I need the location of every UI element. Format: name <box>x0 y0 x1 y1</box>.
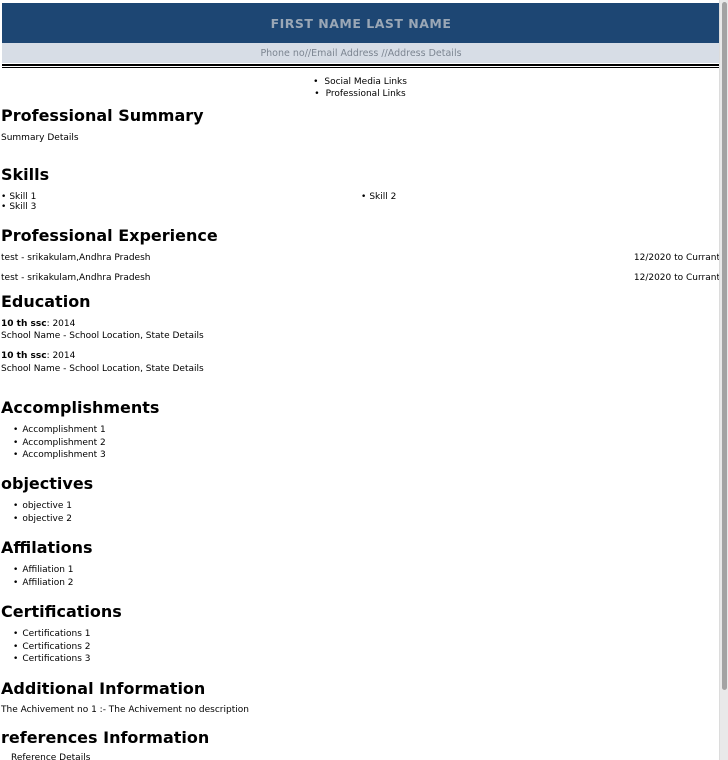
references-heading: references Information <box>1 728 210 747</box>
accomplishments-list: Accomplishment 1 Accomplishment 2 Accomp… <box>13 424 105 462</box>
education-school: School Name - School Location, State Det… <box>1 331 204 341</box>
list-item: Accomplishment 2 <box>13 437 105 450</box>
list-item: objective 1 <box>13 500 72 513</box>
header-divider <box>2 64 720 66</box>
education-heading: Education <box>1 292 91 311</box>
list-item: Accomplishment 3 <box>13 449 105 462</box>
list-item: Certifications 2 <box>13 641 90 654</box>
additional-text: The Achivement no 1 :- The Achivement no… <box>1 705 249 715</box>
social-media-link[interactable]: Social Media Links <box>0 76 720 88</box>
affiliations-list: Affiliation 1 Affiliation 2 <box>13 564 73 590</box>
skill-item: Skill 2 <box>361 191 396 203</box>
list-item: Affiliation 1 <box>13 564 73 577</box>
summary-text: Summary Details <box>1 133 79 143</box>
references-text: Reference Details <box>11 753 91 760</box>
education-entry: 10 th ssc: 2014 <box>1 318 75 330</box>
contact-band: Phone no//Email Address //Address Detail… <box>2 43 720 63</box>
list-item: Accomplishment 1 <box>13 424 105 437</box>
contact-details: Phone no//Email Address //Address Detail… <box>260 47 462 59</box>
education-degree: 10 th ssc <box>1 319 47 329</box>
scrollbar-thumb[interactable] <box>722 2 727 690</box>
additional-heading: Additional Information <box>1 679 206 698</box>
skill-item: Skill 3 <box>1 201 36 213</box>
vertical-scrollbar[interactable] <box>719 0 728 760</box>
education-year: : 2014 <box>46 319 76 329</box>
objectives-list: objective 1 objective 2 <box>13 500 72 525</box>
experience-dates: 12/2020 to Currant <box>633 253 720 263</box>
list-item: objective 2 <box>13 513 72 526</box>
certifications-list: Certifications 1 Certifications 2 Certif… <box>13 628 90 666</box>
list-item: Affiliation 2 <box>13 577 73 590</box>
skills-heading: Skills <box>1 165 50 184</box>
header-divider-thin <box>2 67 720 68</box>
header-band: FIRST NAME LAST NAME <box>2 3 720 43</box>
summary-heading: Professional Summary <box>1 106 204 125</box>
professional-link[interactable]: Professional Links <box>0 88 720 100</box>
resume-page: FIRST NAME LAST NAME Phone no//Email Add… <box>0 0 720 760</box>
experience-role: test - srikakulam,Andhra Pradesh <box>1 253 151 263</box>
objectives-heading: objectives <box>1 474 94 493</box>
list-item: Certifications 3 <box>13 653 90 666</box>
experience-heading: Professional Experience <box>1 226 218 245</box>
accomplishments-heading: Accomplishments <box>1 398 160 417</box>
affiliations-heading: Affilations <box>1 538 93 557</box>
full-name: FIRST NAME LAST NAME <box>270 15 452 31</box>
education-degree: 10 th ssc <box>1 351 47 361</box>
education-entry: 10 th ssc: 2014 <box>1 350 75 362</box>
list-item: Certifications 1 <box>13 628 90 641</box>
experience-dates: 12/2020 to Currant <box>633 273 720 283</box>
experience-role: test - srikakulam,Andhra Pradesh <box>1 273 151 283</box>
education-school: School Name - School Location, State Det… <box>1 364 204 374</box>
certifications-heading: Certifications <box>1 602 122 621</box>
links-list: Social Media Links Professional Links <box>0 76 720 100</box>
education-year: : 2014 <box>46 351 76 361</box>
